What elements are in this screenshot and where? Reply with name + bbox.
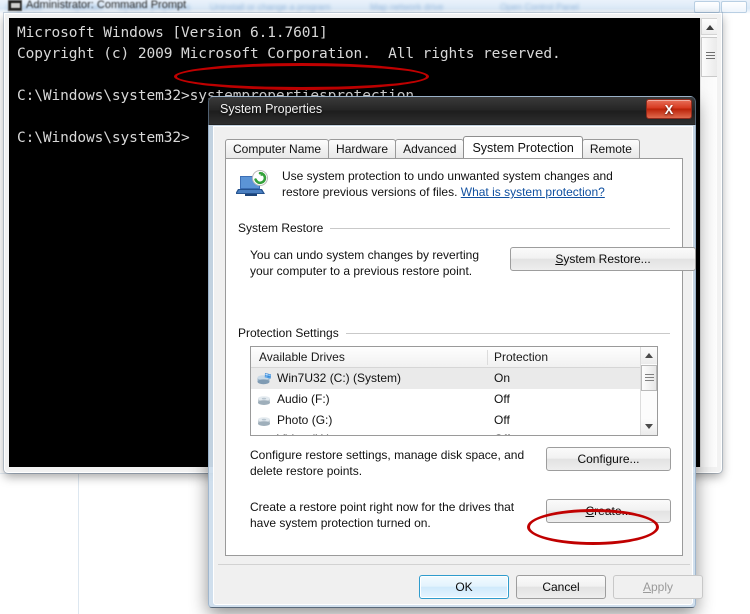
group-header-protection-settings: Protection Settings [238, 326, 670, 340]
console-scrollbar[interactable] [700, 18, 717, 467]
intro-block: Use system protection to undo unwanted s… [235, 168, 672, 214]
group-label-protection-settings: Protection Settings [238, 326, 339, 340]
listbox-scroll-down-button[interactable] [641, 418, 657, 435]
console-scroll-thumb[interactable] [701, 37, 717, 77]
apply-button-label: pply [651, 580, 674, 594]
listbox-scroll-thumb[interactable] [641, 365, 657, 391]
drive-icon [256, 393, 273, 406]
system-restore-description: You can undo system changes by reverting… [250, 247, 500, 279]
drive-name: Photo (G:) [277, 413, 333, 427]
cancel-button[interactable]: Cancel [516, 575, 606, 599]
ok-button[interactable]: OK [419, 575, 509, 599]
tab-system-protection[interactable]: System Protection [463, 136, 583, 158]
tab-hardware[interactable]: Hardware [328, 139, 397, 158]
drive-protection-status: Off [494, 413, 510, 427]
command-prompt-title: Administrator: Command Prompt [26, 0, 187, 11]
configure-desc-line-2: delete restore points. [250, 464, 363, 478]
drive-icon [256, 414, 273, 427]
create-button-accel: C [585, 504, 595, 518]
listbox-scroll-up-button[interactable] [641, 347, 657, 364]
drive-icon [256, 435, 273, 436]
drive-protection-status: Off [494, 392, 510, 406]
tab-computer-name[interactable]: Computer Name [225, 139, 330, 158]
create-button-label: reate... [594, 504, 632, 518]
drive-name: Video (H:) [277, 432, 331, 435]
close-icon: X [664, 101, 674, 117]
tab-strip: Computer Name Hardware Advanced System P… [225, 136, 640, 158]
group-label-system-restore: System Restore [238, 221, 324, 235]
intro-text: Use system protection to undo unwanted s… [282, 168, 672, 200]
cancel-button-label: Cancel [542, 580, 580, 594]
system-restore-desc-line-2: your computer to a previous restore poin… [250, 264, 473, 278]
group-rule [330, 227, 670, 229]
available-drives-listbox[interactable]: Available Drives Protection Win7U32 (C:)… [250, 346, 658, 436]
table-row[interactable]: Video (H:) Off [251, 431, 657, 436]
console-scroll-up-button[interactable] [701, 18, 717, 35]
drive-protection-status: On [494, 371, 511, 385]
apply-button-accel: A [642, 580, 651, 594]
configure-button-label: Configure... [577, 452, 640, 466]
system-restore-button-accel: S [555, 252, 564, 266]
dialog-titlebar[interactable]: System Properties X [209, 97, 695, 125]
screen: Organize Properties System properties Un… [0, 0, 750, 614]
listbox-scrollbar[interactable] [640, 347, 657, 435]
console-icon [8, 0, 22, 11]
drive-name: Win7U32 (C:) (System) [277, 371, 402, 385]
drive-protection-status: Off [494, 432, 510, 435]
group-rule [345, 332, 670, 334]
create-desc-line-1: Create a restore point right now for the… [250, 500, 515, 514]
system-properties-dialog: System Properties X Computer Name Hardwa… [208, 96, 703, 608]
what-is-system-protection-link[interactable]: What is system protection? [461, 185, 605, 199]
configure-button[interactable]: Configure... [546, 447, 671, 471]
drive-name: Audio (F:) [277, 392, 330, 406]
command-prompt-titlebar[interactable]: Administrator: Command Prompt [4, 0, 722, 14]
system-drive-icon [256, 372, 273, 385]
system-restore-button-label: ystem Restore... [563, 252, 651, 266]
table-row[interactable]: Win7U32 (C:) (System) On [251, 368, 657, 389]
intro-line-1: Use system protection to undo unwanted s… [282, 169, 613, 183]
background-divider-vertical [78, 474, 79, 614]
tab-advanced[interactable]: Advanced [395, 139, 465, 158]
listbox-header: Available Drives Protection [251, 347, 657, 368]
column-header-protection[interactable]: Protection [494, 350, 548, 364]
close-button[interactable]: X [646, 99, 692, 119]
system-restore-icon [235, 170, 270, 202]
dialog-body: Computer Name Hardware Advanced System P… [213, 126, 703, 605]
create-desc-line-2: have system protection turned on. [250, 516, 431, 530]
column-header-available-drives[interactable]: Available Drives [259, 350, 345, 364]
create-button[interactable]: Create... [546, 499, 671, 523]
create-description: Create a restore point right now for the… [250, 499, 550, 531]
ok-button-label: OK [455, 580, 473, 594]
dialog-separator [218, 564, 690, 565]
tab-panel-system-protection: Use system protection to undo unwanted s… [225, 158, 696, 556]
table-row[interactable]: Audio (F:) Off [251, 389, 657, 410]
apply-button: Apply [613, 575, 703, 599]
group-header-system-restore: System Restore [238, 221, 670, 235]
system-restore-button[interactable]: System Restore... [510, 247, 696, 271]
background-window-button-2 [721, 1, 747, 13]
configure-description: Configure restore settings, manage disk … [250, 447, 540, 479]
dialog-title: System Properties [220, 102, 323, 116]
listbox-rows: Win7U32 (C:) (System) On Audio (F:) Off … [251, 368, 657, 436]
table-row[interactable]: Photo (G:) Off [251, 410, 657, 431]
dialog-button-bar: OK Cancel Apply [214, 568, 703, 604]
column-separator [487, 350, 488, 365]
intro-line-2: restore previous versions of files. [282, 185, 458, 199]
system-restore-desc-line-1: You can undo system changes by reverting [250, 248, 480, 262]
configure-desc-line-1: Configure restore settings, manage disk … [250, 448, 525, 462]
tab-remote[interactable]: Remote [581, 139, 640, 158]
